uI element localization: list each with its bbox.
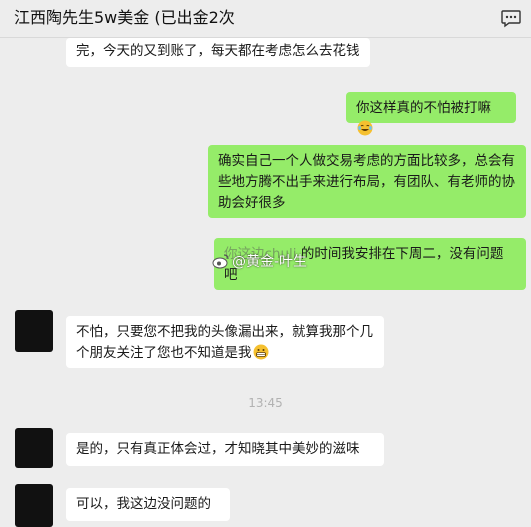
message-bubble-left[interactable]: 是的，只有真正体会过，才知晓其中美妙的滋味 — [66, 433, 384, 466]
avatar[interactable] — [15, 484, 53, 527]
chat-header: 江西陶先生5w美金 (已出金2次 — [0, 0, 531, 38]
message-bubble-right[interactable]: 确实自己一个人做交易考虑的方面比较多，总会有些地方腾不出手来进行布局，有团队、有… — [208, 145, 526, 218]
message-text: 是的，只有真正体会过，才知晓其中美妙的滋味 — [76, 441, 360, 457]
message-bubble-left[interactable]: 完，今天的又到账了，每天都在考虑怎么去花钱 — [66, 38, 370, 67]
message-text: 你这样真的不怕被打嘛 — [356, 100, 491, 116]
avatar[interactable] — [15, 310, 53, 352]
weibo-watermark: @黄金-叶生 — [212, 253, 307, 274]
chat-title: 江西陶先生5w美金 (已出金2次 — [14, 8, 235, 27]
weibo-logo-icon — [212, 253, 230, 274]
message-text: 完，今天的又到账了，每天都在考虑怎么去花钱 — [76, 43, 360, 59]
message-timestamp: 13:45 — [248, 396, 283, 410]
grinning-emoji-icon — [253, 344, 269, 367]
message-text: 可以，我这边没问题的 — [76, 496, 211, 512]
message-bubble-left[interactable]: 可以，我这边没问题的 — [66, 488, 230, 521]
message-bubble-left[interactable]: 不怕，只要您不把我的头像漏出来，就算我那个几个朋友关注了您也不知道是我 — [66, 316, 384, 368]
chat-menu-icon[interactable] — [500, 7, 522, 29]
watermark-text: @黄金-叶生 — [232, 254, 308, 270]
message-text: 不怕，只要您不把我的头像漏出来，就算我那个几个朋友关注了您也不知道是我 — [76, 324, 373, 361]
message-bubble-right[interactable]: 你这样真的不怕被打嘛 — [346, 92, 516, 136]
laughing-crying-emoji-icon — [357, 120, 373, 143]
message-text: 确实自己一个人做交易考虑的方面比较多，总会有些地方腾不出手来进行布局，有团队、有… — [218, 153, 515, 211]
avatar[interactable] — [15, 428, 53, 468]
